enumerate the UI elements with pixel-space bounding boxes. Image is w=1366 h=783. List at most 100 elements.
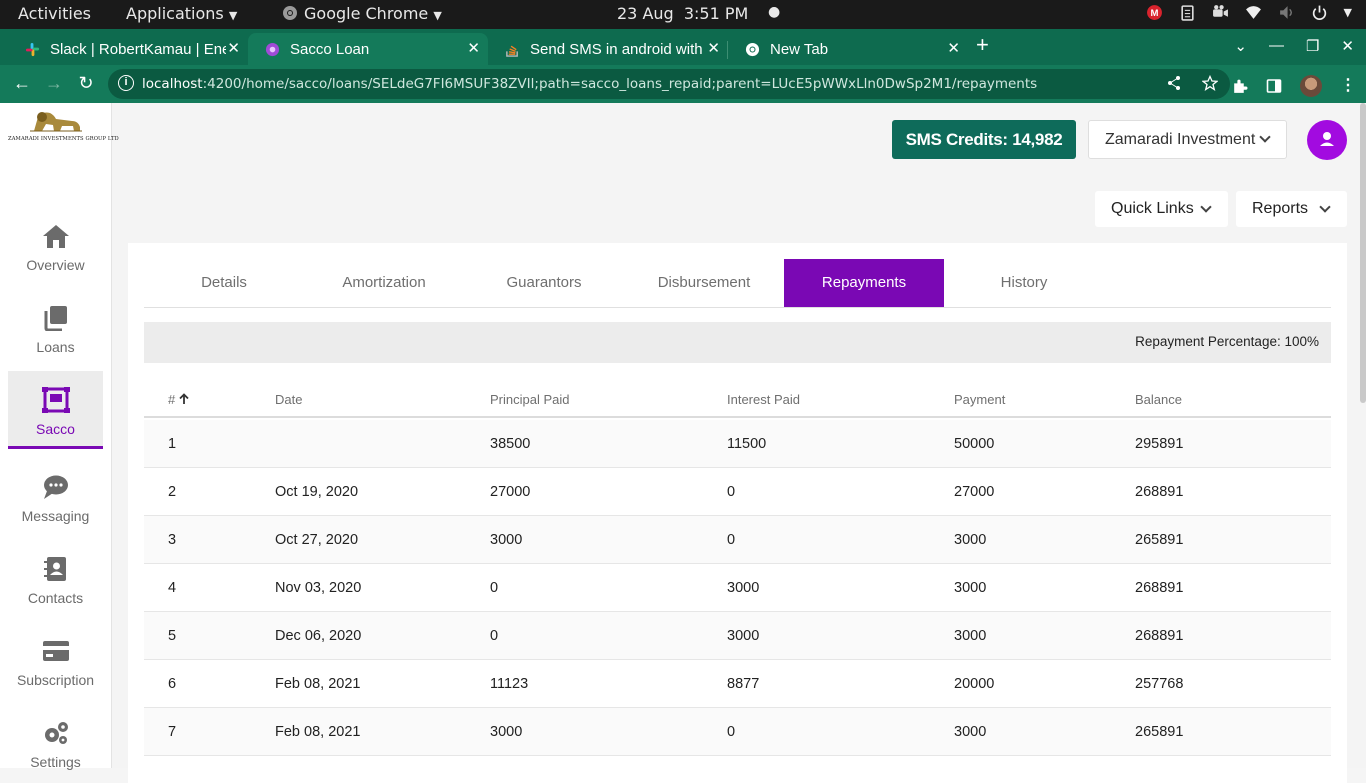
url-path: :4200/home/sacco/loans/SELdeG7FI6MSUF38Z…	[202, 76, 1038, 92]
sort-arrow-up-icon[interactable]	[179, 393, 189, 405]
close-icon[interactable]: ✕	[467, 39, 480, 57]
sidebar-item-label: Contacts	[27, 590, 84, 606]
quick-links-dropdown[interactable]: Quick Links	[1095, 191, 1228, 227]
cell-number: 4	[168, 580, 177, 596]
cell-balance: 268891	[1135, 484, 1184, 500]
column-header-balance[interactable]: Balance	[1135, 392, 1182, 407]
sidebar-item-loans[interactable]: Loans	[8, 289, 103, 367]
column-header-principal-paid[interactable]: Principal Paid	[490, 392, 570, 407]
cell-payment: 27000	[954, 484, 995, 500]
cell-date: Oct 19, 2020	[275, 484, 359, 500]
close-window-icon[interactable]: ✕	[1341, 37, 1354, 55]
clock[interactable]: 23 Aug 3:51 PM	[617, 4, 748, 23]
cell-number: 3	[168, 532, 177, 548]
tab-history[interactable]: History	[944, 259, 1104, 307]
stackoverflow-icon	[504, 41, 520, 57]
sms-credits-badge[interactable]: SMS Credits: 14,982	[892, 120, 1076, 159]
reports-dropdown[interactable]: Reports	[1236, 191, 1347, 227]
chevron-down-icon	[1259, 131, 1271, 143]
caret-down-icon[interactable]: ▼	[1344, 6, 1352, 19]
sidebar-item-sacco[interactable]: Sacco	[8, 371, 103, 449]
sidebar-item-settings[interactable]: Settings	[8, 704, 103, 782]
tab-search-icon[interactable]: ⌄	[1234, 37, 1247, 55]
column-header-number[interactable]: #	[168, 392, 189, 407]
close-icon[interactable]: ✕	[227, 39, 240, 57]
cell-payment: 3000	[954, 580, 987, 596]
cell-principal-paid: 3000	[490, 532, 523, 548]
system-tray[interactable]: M ▼	[1146, 4, 1352, 21]
sidebar-item-messaging[interactable]: Messaging	[8, 458, 103, 536]
window-controls: ⌄ — ❐ ✕	[1234, 37, 1354, 55]
cell-principal-paid: 27000	[490, 484, 531, 500]
more-menu-icon[interactable]: ⋮	[1340, 78, 1356, 94]
sidebar-item-contacts[interactable]: Contacts	[8, 540, 103, 618]
browser-tab-new-tab[interactable]: New Tab ✕	[728, 33, 968, 65]
gmail-icon[interactable]: M	[1146, 4, 1163, 21]
organization-select[interactable]: Zamaradi Investment	[1088, 120, 1287, 159]
address-bar[interactable]: i localhost:4200/home/sacco/loans/SELdeG…	[108, 69, 1230, 99]
cell-balance: 257768	[1135, 676, 1184, 692]
browser-toolbar: ← → ↻ i localhost:4200/home/sacco/loans/…	[0, 65, 1366, 103]
share-icon[interactable]	[1166, 75, 1182, 91]
gears-icon	[44, 722, 68, 744]
column-header-interest-paid[interactable]: Interest Paid	[727, 392, 800, 407]
tab-repayments[interactable]: Repayments	[784, 259, 944, 307]
tab-disbursement[interactable]: Disbursement	[624, 259, 784, 307]
caret-down-icon: ▼	[433, 9, 442, 22]
sidebar-item-subscription[interactable]: Subscription	[8, 622, 103, 700]
forward-icon[interactable]: →	[44, 73, 64, 93]
tab-amortization[interactable]: Amortization	[304, 259, 464, 307]
close-icon[interactable]: ✕	[947, 39, 960, 57]
cell-date: Feb 08, 2021	[275, 724, 361, 740]
company-logo[interactable]: ZAMARADI INVESTMENTS GROUP LTD	[8, 109, 119, 149]
cell-balance: 268891	[1135, 580, 1184, 596]
volume-muted-icon[interactable]	[1278, 4, 1295, 21]
table-row: 1 38500 11500 50000 295891	[144, 420, 1331, 468]
tab-title: Sacco Loan	[290, 40, 370, 58]
app-menu[interactable]: Google Chrome ▼	[282, 4, 442, 23]
table-row: 2 Oct 19, 2020 27000 0 27000 268891	[144, 468, 1331, 516]
reload-icon[interactable]: ↻	[76, 73, 96, 93]
user-avatar-button[interactable]	[1307, 120, 1347, 160]
minimize-icon[interactable]: —	[1269, 37, 1284, 55]
browser-tab-slack[interactable]: Slack | RobertKamau | Ene ✕	[8, 33, 248, 65]
sacco-icon	[264, 41, 280, 57]
user-icon	[1320, 132, 1334, 146]
table-row: 7 Feb 08, 2021 3000 0 3000 265891	[144, 708, 1331, 756]
slack-icon	[24, 41, 40, 57]
browser-tab-stackoverflow[interactable]: Send SMS in android with ✕	[488, 33, 728, 65]
extensions-icon[interactable]	[1231, 78, 1248, 95]
power-icon[interactable]	[1311, 4, 1328, 21]
cell-date: Nov 03, 2020	[275, 580, 362, 596]
new-tab-button[interactable]: +	[976, 34, 989, 56]
url-text: localhost:4200/home/sacco/loans/SELdeG7F…	[142, 76, 1037, 92]
column-header-date[interactable]: Date	[275, 392, 302, 407]
browser-tab-sacco-loan[interactable]: Sacco Loan ✕	[248, 33, 488, 65]
side-panel-icon[interactable]	[1266, 78, 1282, 94]
applications-menu[interactable]: Applications ▼	[126, 4, 237, 23]
back-icon[interactable]: ←	[12, 73, 32, 93]
cell-balance: 265891	[1135, 724, 1184, 740]
close-icon[interactable]: ✕	[707, 39, 720, 57]
tab-details[interactable]: Details	[144, 259, 304, 307]
sidebar-item-overview[interactable]: Overview	[8, 207, 103, 285]
cell-interest-paid: 0	[727, 724, 736, 740]
lion-logo-icon	[30, 112, 82, 132]
applications-label: Applications	[126, 4, 224, 23]
zoom-icon[interactable]	[1212, 4, 1229, 21]
profile-avatar[interactable]	[1300, 75, 1322, 97]
sacco-app: ZAMARADI INVESTMENTS GROUP LTD Overview …	[0, 103, 1366, 783]
tab-guarantors[interactable]: Guarantors	[464, 259, 624, 307]
wifi-icon[interactable]	[1245, 4, 1262, 21]
table-row: 3 Oct 27, 2020 3000 0 3000 265891	[144, 516, 1331, 564]
bookmark-star-icon[interactable]	[1202, 75, 1218, 91]
column-header-payment[interactable]: Payment	[954, 392, 1005, 407]
page-scrollbar[interactable]	[1360, 103, 1366, 403]
cell-interest-paid: 11500	[727, 436, 767, 452]
activities-button[interactable]: Activities	[18, 4, 91, 23]
clipboard-icon[interactable]	[1179, 4, 1196, 21]
maximize-icon[interactable]: ❐	[1306, 37, 1319, 55]
cell-number: 6	[168, 676, 177, 692]
cell-date: Dec 06, 2020	[275, 628, 362, 644]
site-info-icon[interactable]: i	[118, 75, 134, 91]
